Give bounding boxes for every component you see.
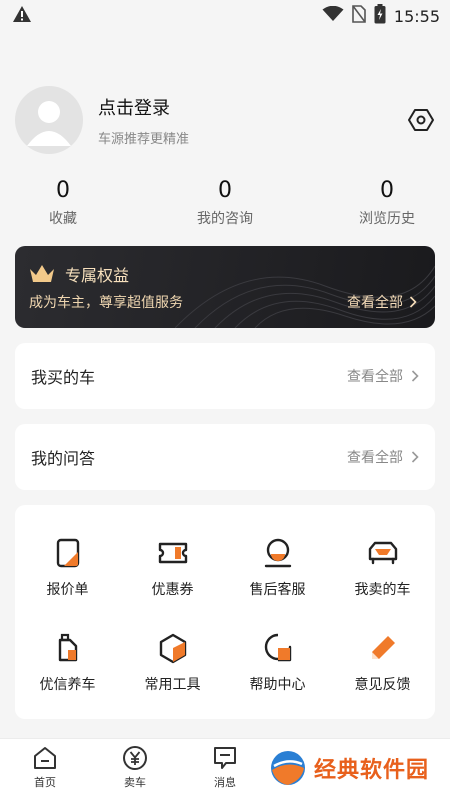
my-questions-title: 我的问答 <box>31 449 96 468</box>
yen-icon <box>123 746 147 770</box>
banner-wave-decoration <box>175 265 435 328</box>
login-subtitle: 车源推荐更精准 <box>98 131 190 147</box>
vip-title: 专属权益 <box>65 266 130 285</box>
chevron-right-icon <box>411 451 419 463</box>
chevron-right-icon <box>409 296 417 308</box>
watermark-logo-icon <box>271 751 305 785</box>
tool-common-tools[interactable]: 常用工具 <box>120 632 225 694</box>
customer-service-icon <box>264 538 291 568</box>
tab-sell-car-label: 卖车 <box>124 776 146 789</box>
pencil-icon <box>371 636 395 659</box>
stat-favorites-label: 收藏 <box>49 211 77 227</box>
help-chat-icon <box>264 633 291 662</box>
quote-sheet-icon <box>56 538 79 568</box>
vip-view-all-link[interactable]: 查看全部 <box>347 292 417 312</box>
status-bar: 15:55 <box>0 0 450 32</box>
my-questions-view-all[interactable]: 查看全部 <box>347 447 419 467</box>
tools-grid: 报价单 优惠券 售后客服 我卖的车 优信养车 常用工具 帮助中心 意见反馈 <box>15 505 435 719</box>
car-icon <box>368 541 397 565</box>
wifi-icon <box>322 5 344 26</box>
vip-title-row: 专属权益 <box>29 262 129 286</box>
coupon-icon <box>158 542 187 564</box>
tool-quote-sheet[interactable]: 报价单 <box>15 537 120 599</box>
warning-icon <box>12 5 32 27</box>
tool-my-sold-cars[interactable]: 我卖的车 <box>330 537 435 599</box>
login-prompt[interactable]: 点击登录 车源推荐更精准 <box>98 94 407 147</box>
tab-home-label: 首页 <box>34 776 56 789</box>
tab-messages[interactable]: 消息 <box>180 745 270 790</box>
avatar[interactable] <box>15 86 83 154</box>
tool-car-maintenance-label: 优信养车 <box>39 677 96 693</box>
stat-history-value: 0 <box>380 178 394 203</box>
tool-after-sales-service-label: 售后客服 <box>249 582 306 598</box>
stat-consultations[interactable]: 0 我的咨询 <box>165 178 285 228</box>
settings-button[interactable] <box>407 106 435 134</box>
my-questions-row[interactable]: 我的问答 查看全部 <box>15 424 435 490</box>
battery-icon <box>374 4 386 28</box>
tool-help-center[interactable]: 帮助中心 <box>225 632 330 694</box>
stat-history-label: 浏览历史 <box>359 211 415 227</box>
tool-coupon[interactable]: 优惠券 <box>120 537 225 599</box>
stat-consultations-label: 我的咨询 <box>197 211 253 227</box>
profile-header: 点击登录 车源推荐更精准 <box>15 85 435 155</box>
stat-favorites-value: 0 <box>56 178 70 203</box>
view-all-label: 查看全部 <box>347 369 403 385</box>
avatar-placeholder-icon <box>27 101 71 146</box>
tool-quote-sheet-label: 报价单 <box>46 582 89 598</box>
clock: 15:55 <box>393 6 440 26</box>
login-title[interactable]: 点击登录 <box>98 94 407 120</box>
home-icon <box>34 747 56 769</box>
toolbox-icon <box>159 633 186 664</box>
message-icon <box>214 747 236 769</box>
tool-feedback[interactable]: 意见反馈 <box>330 632 435 694</box>
stat-consultations-value: 0 <box>218 178 232 203</box>
oil-can-icon <box>58 633 77 662</box>
tool-coupon-label: 优惠券 <box>151 582 194 598</box>
status-right: 15:55 <box>322 4 440 28</box>
chevron-right-icon <box>411 370 419 382</box>
settings-hex-icon <box>408 109 434 131</box>
tab-sell-car[interactable]: 卖车 <box>90 745 180 790</box>
watermark: 经典软件园 <box>268 748 429 788</box>
tool-my-sold-cars-label: 我卖的车 <box>354 582 411 598</box>
stat-favorites[interactable]: 0 收藏 <box>3 178 123 228</box>
stat-history[interactable]: 0 浏览历史 <box>327 178 447 228</box>
my-purchased-cars-title: 我买的车 <box>31 368 96 387</box>
my-purchased-cars-row[interactable]: 我买的车 查看全部 <box>15 343 435 409</box>
tab-messages-label: 消息 <box>214 776 236 789</box>
tool-common-tools-label: 常用工具 <box>144 677 201 693</box>
watermark-text: 经典软件园 <box>314 758 430 783</box>
vip-subtitle: 成为车主，尊享超值服务 <box>29 295 183 311</box>
stats-row: 0 收藏 0 我的咨询 0 浏览历史 <box>0 178 450 230</box>
tool-car-maintenance[interactable]: 优信养车 <box>15 632 120 694</box>
view-all-label: 查看全部 <box>347 450 403 466</box>
tool-after-sales-service[interactable]: 售后客服 <box>225 537 330 599</box>
my-purchased-cars-view-all[interactable]: 查看全部 <box>347 366 419 386</box>
crown-icon <box>30 265 54 282</box>
tab-home[interactable]: 首页 <box>0 745 90 790</box>
tool-feedback-label: 意见反馈 <box>354 677 411 693</box>
vip-benefits-banner[interactable]: 专属权益 成为车主，尊享超值服务 查看全部 <box>15 246 435 328</box>
tool-help-center-label: 帮助中心 <box>249 677 306 693</box>
no-sim-icon <box>352 5 366 27</box>
vip-view-all-label: 查看全部 <box>347 295 403 311</box>
